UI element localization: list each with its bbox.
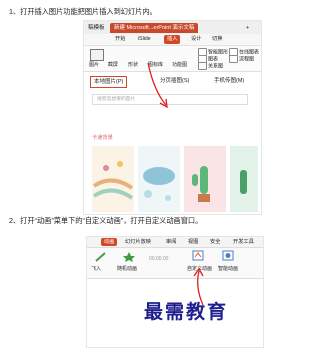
tab-presentation[interactable]: 新建 Microsoft...erPoint 演示文稿	[110, 23, 199, 33]
tab-review[interactable]: 审阅	[166, 237, 176, 247]
smart-animation-icon	[222, 250, 234, 261]
tab-security[interactable]: 安全	[210, 237, 220, 247]
fly-in-button[interactable]: 飞入	[91, 265, 101, 272]
thumbnail-whale[interactable]	[138, 146, 180, 212]
watermark-logo: 最需教育	[144, 301, 229, 323]
picture-icon	[90, 49, 104, 61]
cactus-icon-2	[240, 170, 247, 194]
tab-phone-picture[interactable]: 手机传图(M)	[214, 76, 244, 86]
thumbnail-cactus-pink[interactable]	[184, 146, 226, 212]
flowchart-icon	[229, 55, 238, 63]
red-arrow-icon	[147, 62, 168, 109]
smart-animation-button[interactable]: 智能动画	[218, 265, 238, 272]
duration-value[interactable]: 00:00.00	[149, 256, 168, 262]
screenshot-custom-animation: 动画 幻灯片放映 审阅 视图 安全 开发工具 飞入 随机动画 00:00.00 …	[86, 236, 264, 348]
tab-animation[interactable]: 动画	[101, 238, 118, 246]
menu-design[interactable]: 设计	[191, 34, 201, 45]
step1-text: 1、打开插入图片功能把图片插入到幻灯片内。	[9, 7, 157, 16]
step2-text: 2、打开“动画”菜单下的“自定义动画”，打开自定义动画窗口。	[9, 216, 203, 225]
music-notes-icon	[92, 161, 134, 200]
fly-in-icon	[95, 252, 106, 262]
section-cartoon-background: 卡通背景	[92, 135, 113, 141]
new-tab-button[interactable]: +	[242, 23, 253, 33]
tab-developer[interactable]: 开发工具	[233, 237, 254, 247]
relation-chart-button[interactable]: 关系图	[198, 62, 223, 70]
menu-home[interactable]: 开始	[115, 34, 125, 45]
animation-ribbon: 飞入 随机动画 00:00.00 自定义动画 智能动画	[87, 248, 263, 279]
thumbnail-cactus-green[interactable]	[230, 146, 258, 212]
menu-islide[interactable]: iSlide	[138, 34, 151, 45]
cactus-icon	[192, 166, 210, 202]
thumbnail-music[interactable]	[92, 146, 134, 212]
custom-animation-icon	[192, 250, 204, 261]
flowchart-button[interactable]: 流程图	[229, 55, 254, 63]
tab-local-picture[interactable]: 本地图片(P)	[90, 76, 128, 88]
whale-icon	[143, 167, 175, 201]
menu-transition[interactable]: 切换	[212, 34, 222, 45]
shape-button[interactable]: 形状	[128, 62, 138, 69]
screenshot-insert-picture: 稿模板 新建 Microsoft...erPoint 演示文稿 + 开始 iSl…	[83, 20, 262, 215]
ribbon-tabs: 动画 幻灯片放映 审阅 视图 安全 开发工具	[87, 237, 263, 248]
menu-insert[interactable]: 插入	[164, 35, 181, 44]
tab-view[interactable]: 视图	[188, 237, 198, 247]
picture-button[interactable]: 图片	[89, 62, 99, 69]
relation-chart-icon	[198, 62, 207, 70]
title-bar: 稿模板 新建 Microsoft...erPoint 演示文稿 +	[84, 21, 261, 34]
menu-bar: 开始 iSlide 插入 设计 切换	[84, 34, 261, 46]
tab-slideshow[interactable]: 幻灯片放映	[125, 237, 151, 247]
random-animation-button[interactable]: 随机动画	[117, 265, 137, 272]
screenshot-button[interactable]: 截屏	[108, 62, 118, 69]
random-animation-icon	[123, 252, 135, 262]
tab-template[interactable]: 稿模板	[84, 23, 109, 33]
